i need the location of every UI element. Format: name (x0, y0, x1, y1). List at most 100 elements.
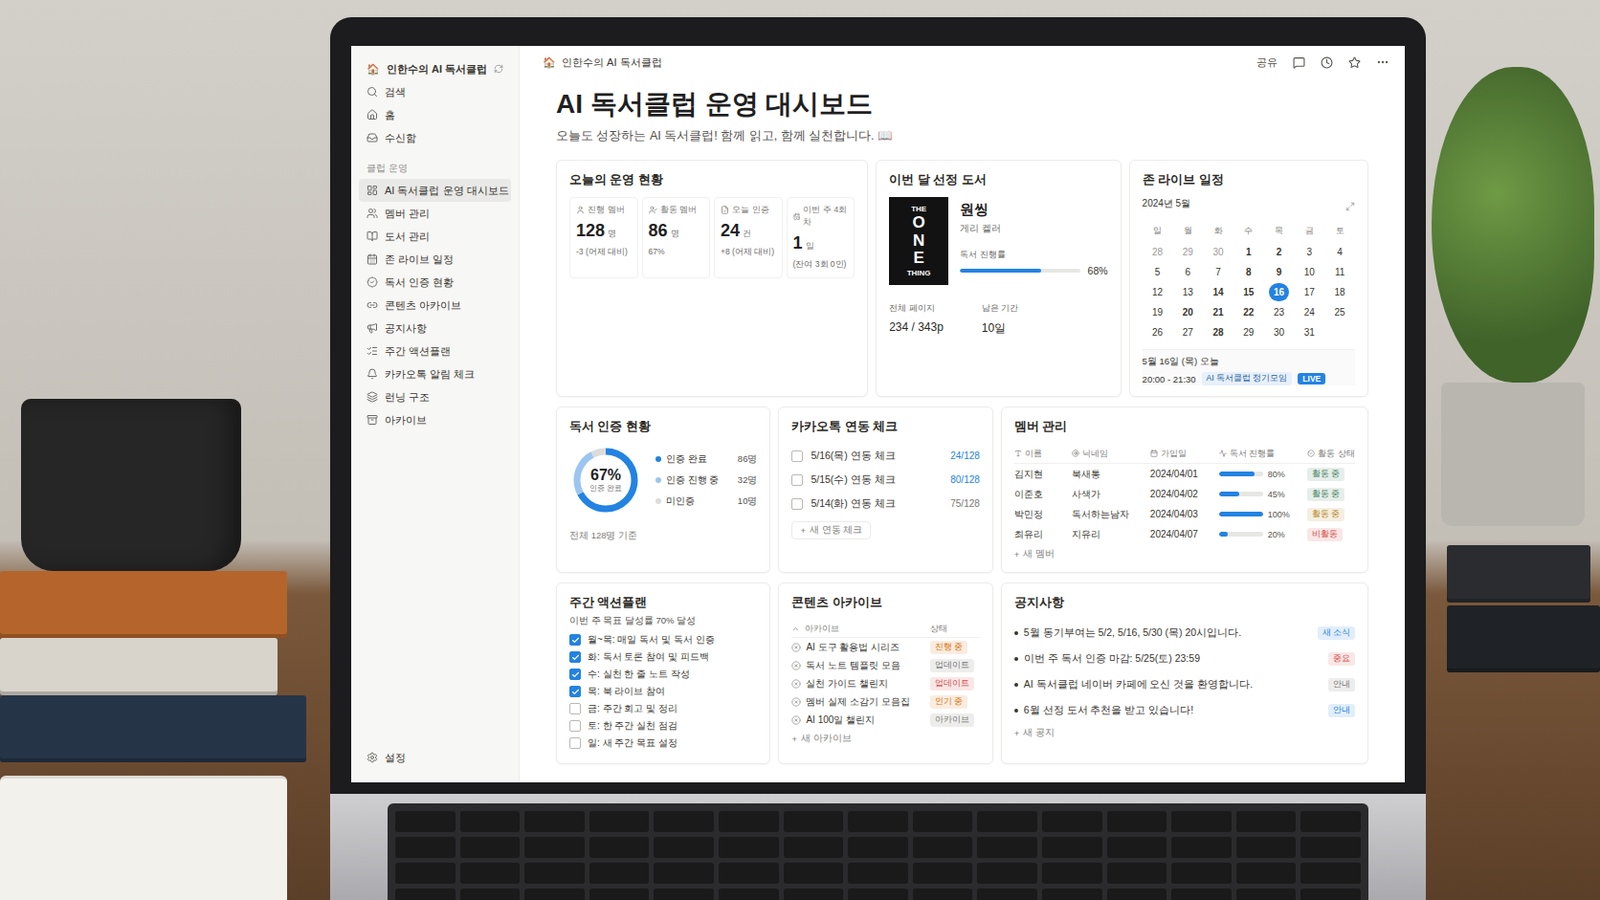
archive-row[interactable]: AI 도구 활용법 시리즈진행 중 (791, 638, 979, 657)
archive-name: AI 100일 챌린지 (791, 713, 924, 728)
calendar-day[interactable]: 26 (1142, 323, 1174, 342)
calendar-day[interactable]: 30 (1264, 323, 1295, 342)
add-notice-button[interactable]: +새 공지 (1014, 727, 1055, 740)
day-number: 18 (1330, 283, 1351, 302)
table-row[interactable]: 김지현북새통2024/04/0180%활동 중 (1014, 464, 1356, 485)
event-tag[interactable]: AI 독서클럽 정기모임 (1201, 372, 1293, 386)
sidebar-nav-item[interactable]: 홈 (358, 103, 512, 127)
calendar-day[interactable]: 9 (1264, 263, 1295, 282)
checkbox[interactable] (791, 450, 803, 463)
todo-label: 토: 한 주간 실천 점검 (587, 719, 757, 734)
add-check-button[interactable]: +새 연동 체크 (791, 521, 871, 540)
calendar-day[interactable]: 19 (1142, 303, 1174, 322)
checkbox[interactable] (569, 720, 581, 733)
sidebar-item[interactable]: 주간 액션플랜 (358, 339, 512, 363)
calendar-day[interactable]: 3 (1293, 243, 1325, 262)
archive-row[interactable]: 독서 노트 템플릿 모음업데이트 (791, 656, 979, 675)
sync-icon[interactable] (493, 64, 504, 74)
checkbox[interactable] (569, 668, 581, 681)
checkbox[interactable] (791, 474, 803, 487)
calendar-day[interactable]: 29 (1172, 243, 1203, 262)
history-icon[interactable] (1320, 56, 1334, 69)
archive-row[interactable]: 실천 가이드 챌린지업데이트 (791, 674, 979, 693)
calendar-day[interactable]: 22 (1233, 303, 1265, 322)
calendar-day[interactable]: 13 (1172, 283, 1203, 302)
calendar-day[interactable]: 20 (1172, 303, 1203, 322)
column-header[interactable]: 활동 상태 (1307, 447, 1356, 461)
calendar-day[interactable]: 17 (1293, 283, 1325, 302)
calendar-day[interactable]: 31 (1293, 323, 1325, 342)
checkbox[interactable] (569, 651, 581, 664)
comment-icon[interactable] (1292, 56, 1306, 69)
table-row[interactable]: 최유리지유리2024/04/0720%비활동 (1014, 524, 1356, 545)
sidebar-item[interactable]: 존 라이브 일정 (358, 247, 512, 271)
checkbox[interactable] (791, 498, 803, 511)
archive-column[interactable]: 아카이브 (791, 622, 924, 636)
calendar-day[interactable]: 1 (1233, 243, 1265, 262)
add-archive-button[interactable]: +새 아카이브 (791, 733, 851, 746)
calendar-day[interactable]: 4 (1324, 243, 1356, 262)
calendar-day[interactable]: 21 (1202, 303, 1234, 322)
more-icon[interactable] (1376, 55, 1390, 69)
calendar-day[interactable]: 28 (1202, 323, 1234, 342)
calendar-day[interactable]: 7 (1202, 263, 1234, 282)
sidebar-item[interactable]: 콘텐츠 아카이브 (358, 293, 512, 317)
column-header[interactable]: 독서 진행률 (1219, 447, 1302, 461)
column-header[interactable]: 이름 (1014, 447, 1067, 461)
action-plan-subtitle: 이번 주 목표 달성률 70% 달성 (569, 615, 757, 628)
notice-item[interactable]: 5월 동기부여는 5/2, 5/16, 5/30 (목) 20시입니다.새 소식 (1014, 620, 1356, 646)
settings-item[interactable]: 설정 (358, 746, 512, 770)
calendar-day[interactable]: 5 (1142, 263, 1174, 282)
sidebar-item[interactable]: 런닝 구조 (358, 385, 512, 409)
notice-item[interactable]: 이번 주 독서 인증 마감: 5/25(토) 23:59중요 (1014, 645, 1356, 672)
checkbox[interactable] (569, 686, 581, 698)
share-button[interactable]: 공유 (1256, 55, 1278, 70)
archive-row[interactable]: AI 100일 챌린지아카이브 (791, 711, 979, 730)
calendar-day[interactable]: 16 (1264, 283, 1295, 302)
calendar-day[interactable]: 18 (1324, 283, 1356, 302)
sidebar-item[interactable]: AI 독서클럽 운영 대시보드 (358, 178, 512, 202)
calendar-day[interactable]: 30 (1202, 243, 1234, 262)
calendar-day[interactable]: 27 (1172, 323, 1203, 342)
sidebar-item[interactable]: 카카오톡 알림 체크 (358, 362, 512, 386)
sidebar-item[interactable]: 독서 인증 현황 (358, 270, 512, 294)
keyboard (387, 803, 1369, 900)
add-label: 새 연동 체크 (809, 524, 863, 537)
checkbox[interactable] (569, 634, 581, 646)
calendar-day[interactable]: 24 (1293, 303, 1325, 322)
calendar-day[interactable]: 10 (1293, 263, 1325, 282)
workspace-switcher[interactable]: 🏠인한수의 AI 독서클럽 (358, 57, 512, 81)
sidebar-item[interactable]: 멤버 관리 (358, 201, 512, 225)
sidebar-nav-item[interactable]: 수신함 (358, 126, 512, 150)
calendar-day[interactable]: 14 (1202, 283, 1234, 302)
calendar-day[interactable]: 11 (1324, 263, 1356, 282)
notice-item[interactable]: 6월 선정 도서 추천을 받고 있습니다!안내 (1014, 697, 1356, 724)
calendar-day[interactable]: 6 (1172, 263, 1203, 282)
sidebar-item[interactable]: 공지사항 (358, 316, 512, 340)
table-row[interactable]: 박민정독서하는남자2024/04/03100%활동 중 (1014, 504, 1356, 525)
breadcrumb[interactable]: 🏠인한수의 AI 독서클럽 (542, 55, 663, 70)
add-member-button[interactable]: +새 멤버 (1014, 548, 1055, 561)
column-header[interactable]: 가입일 (1150, 447, 1214, 461)
calendar-day[interactable]: 29 (1233, 323, 1265, 342)
calendar-day[interactable]: 8 (1233, 263, 1265, 282)
sidebar-item[interactable]: 아카이브 (358, 408, 512, 432)
calendar-day[interactable]: 15 (1233, 283, 1265, 302)
calendar-day[interactable]: 28 (1142, 243, 1174, 262)
page-icon (366, 391, 378, 403)
checkbox[interactable] (569, 737, 581, 750)
notice-item[interactable]: AI 독서클럽 네이버 카페에 오신 것을 환영합니다.안내 (1014, 671, 1356, 698)
column-header[interactable]: 닉네임 (1071, 447, 1145, 461)
calendar-day[interactable]: 23 (1264, 303, 1295, 322)
star-icon[interactable] (1348, 56, 1361, 69)
sidebar-item[interactable]: 도서 관리 (358, 224, 512, 248)
sidebar-nav-item[interactable]: 검색 (358, 80, 512, 104)
calendar-day[interactable]: 12 (1142, 283, 1174, 302)
todo-item: 금: 주간 회고 및 정리 (569, 700, 757, 718)
calendar-day[interactable]: 2 (1264, 243, 1295, 262)
archive-row[interactable]: 멤버 실제 소감기 모음집인기 중 (791, 692, 979, 712)
table-row[interactable]: 이준호사색가2024/04/0245%활동 중 (1014, 484, 1356, 505)
expand-icon[interactable] (1345, 201, 1356, 212)
checkbox[interactable] (569, 703, 581, 715)
calendar-day[interactable]: 25 (1324, 303, 1356, 322)
